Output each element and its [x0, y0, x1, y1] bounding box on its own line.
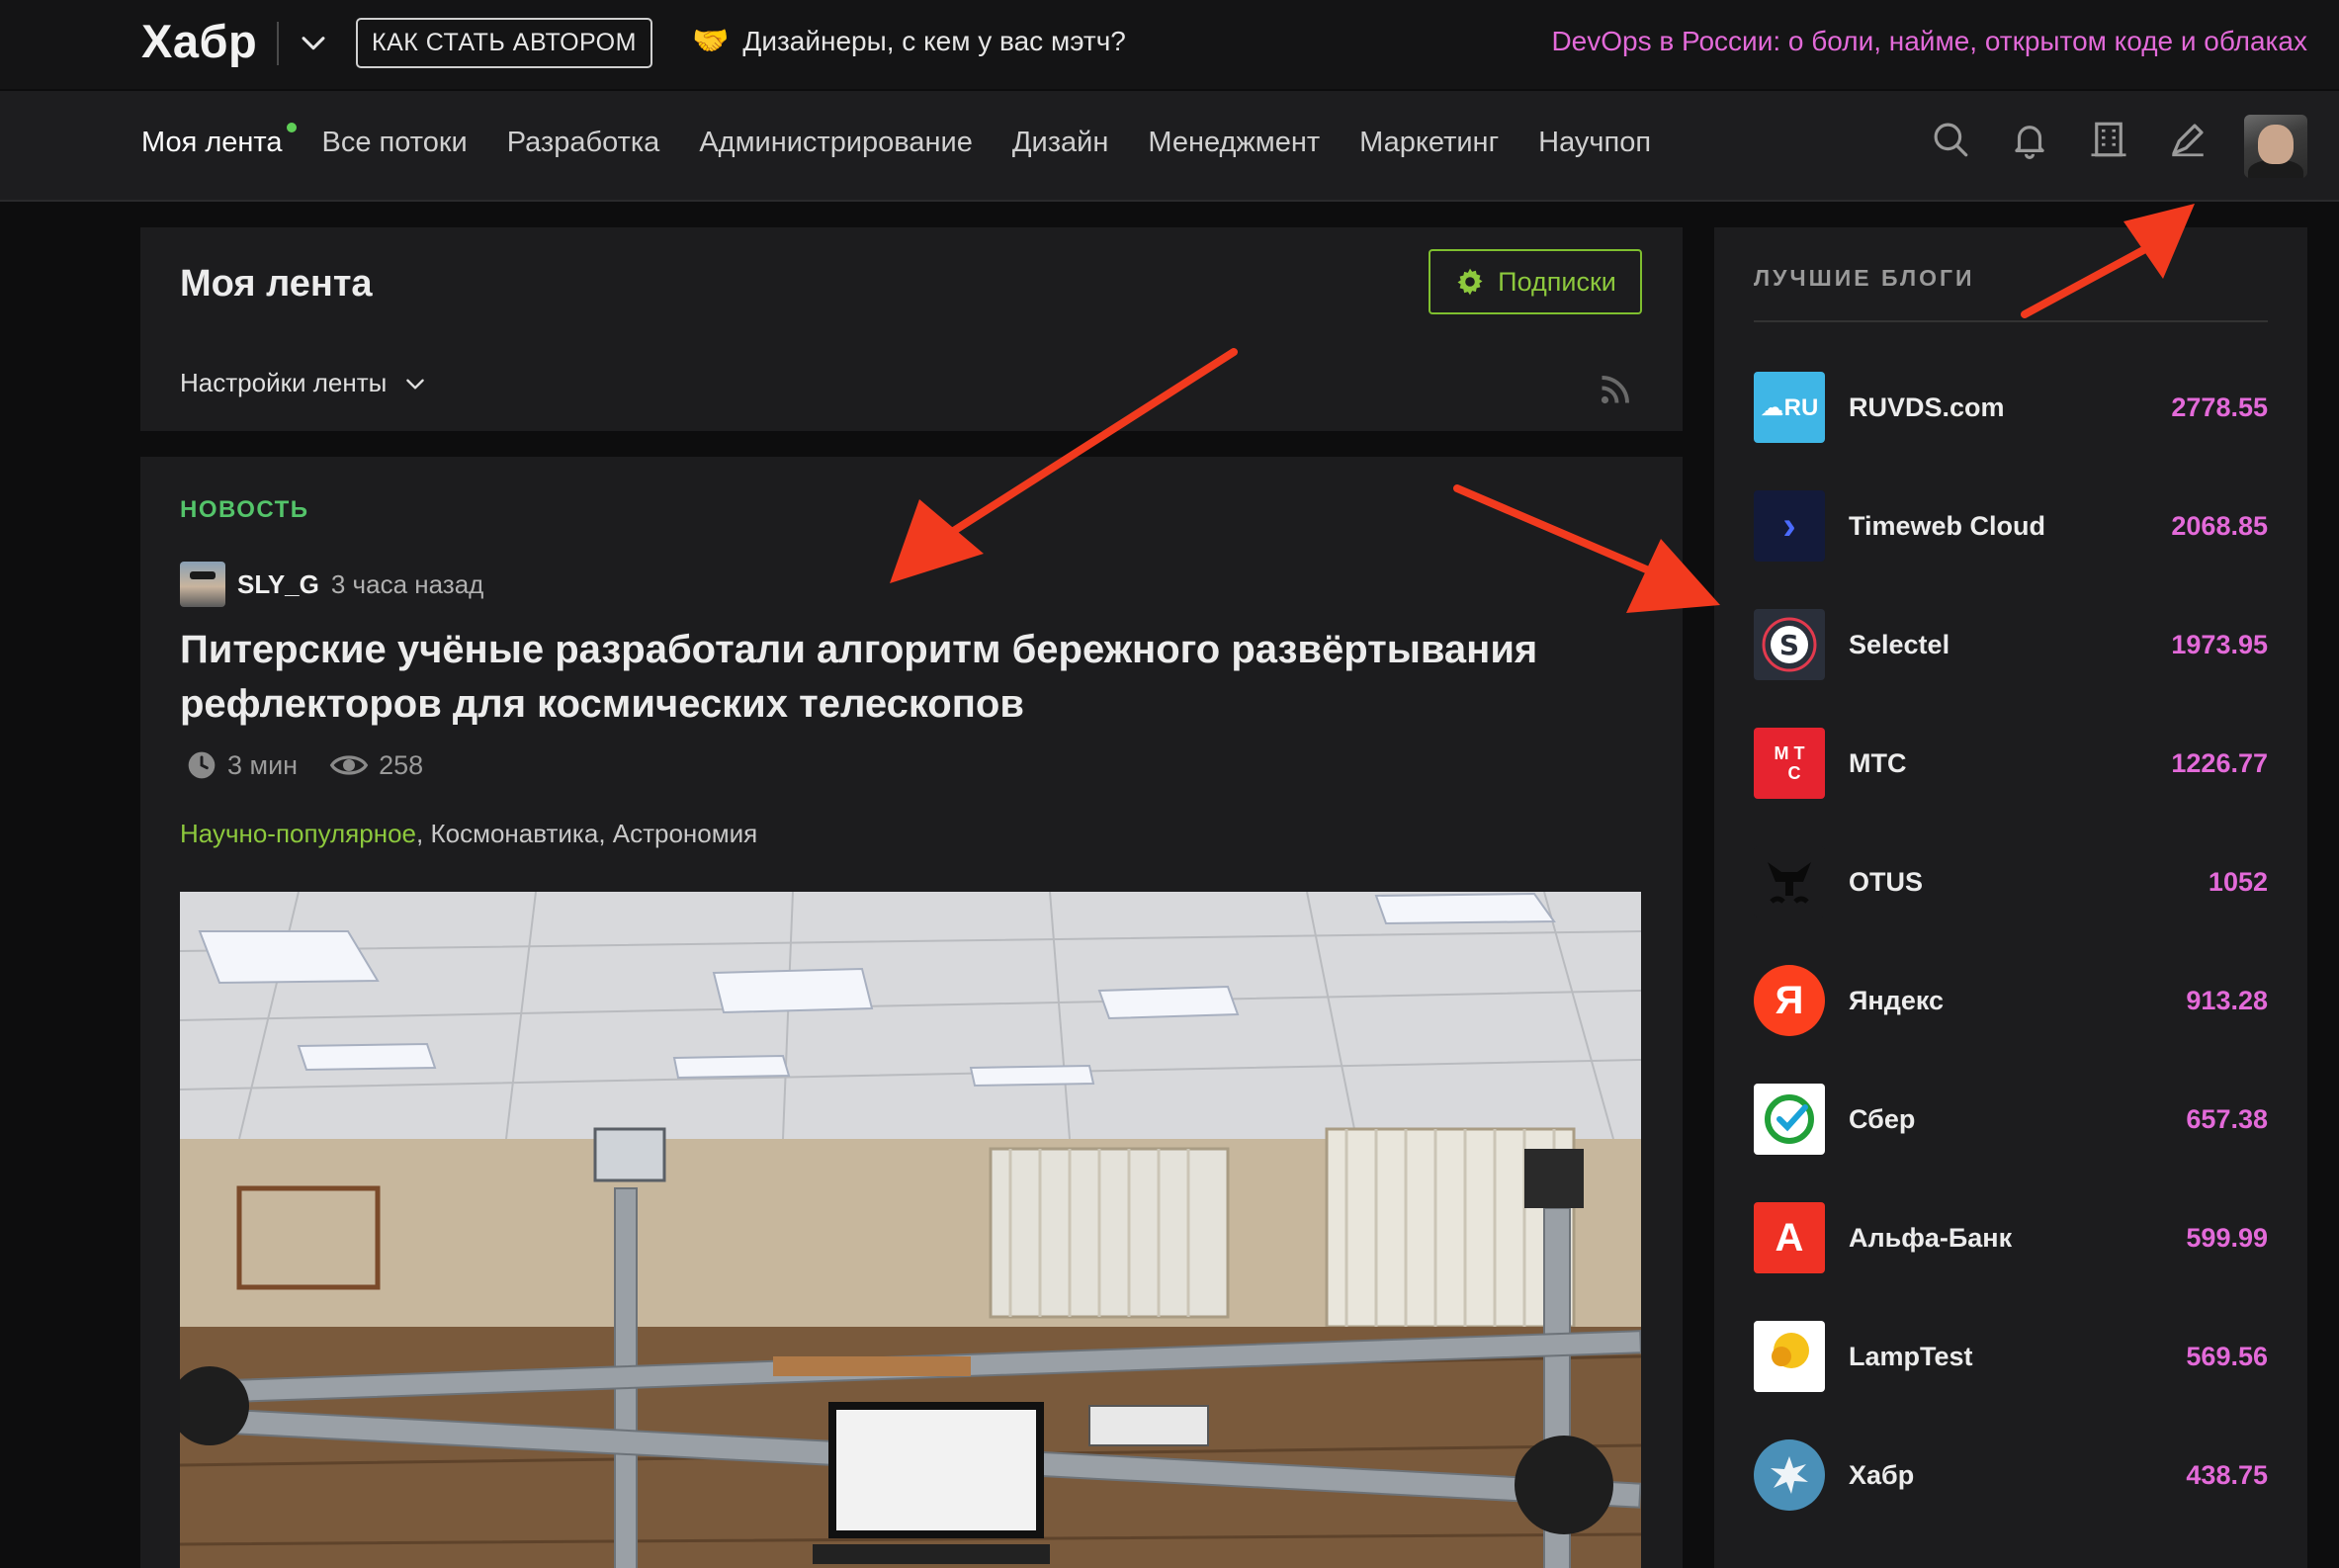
arrow-to-pen-icon — [2021, 204, 2195, 318]
arrow-to-article-icon — [890, 348, 1238, 583]
annotation-arrows — [890, 204, 2195, 613]
arrow-to-sidebar-icon — [1453, 484, 1720, 613]
